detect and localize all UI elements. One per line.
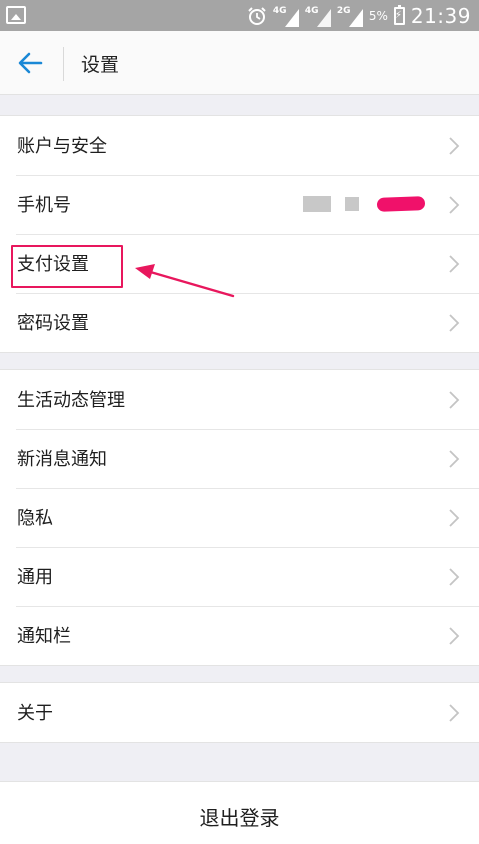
status-bar: 4G 4G 2G 5% 21:39 bbox=[0, 0, 479, 31]
signal-icon: 4G bbox=[273, 5, 299, 27]
status-indicators: 4G 4G 2G 5% 21:39 bbox=[247, 0, 471, 31]
settings-item-new-message-notify[interactable]: 新消息通知 bbox=[0, 429, 479, 488]
settings-group-account: 账户与安全 手机号 支付设置 密码设置 bbox=[0, 115, 479, 353]
chevron-right-icon bbox=[449, 627, 460, 645]
settings-group-general: 生活动态管理 新消息通知 隐私 通用 通知栏 bbox=[0, 369, 479, 666]
settings-group-about: 关于 bbox=[0, 682, 479, 743]
settings-item-password[interactable]: 密码设置 bbox=[0, 293, 479, 352]
settings-item-phone[interactable]: 手机号 bbox=[0, 175, 479, 234]
settings-item-privacy[interactable]: 隐私 bbox=[0, 488, 479, 547]
chevron-right-icon bbox=[449, 704, 460, 722]
chevron-right-icon bbox=[449, 568, 460, 586]
redaction-scribble bbox=[376, 196, 426, 212]
signal-icon: 2G bbox=[337, 5, 363, 27]
gallery-notification-icon bbox=[6, 6, 26, 24]
settings-item-about[interactable]: 关于 bbox=[0, 683, 479, 742]
alarm-icon bbox=[248, 6, 266, 25]
page-title: 设置 bbox=[81, 54, 120, 76]
battery-charging-icon bbox=[393, 4, 405, 25]
settings-item-label: 关于 bbox=[17, 703, 53, 724]
chevron-right-icon bbox=[449, 137, 460, 155]
chevron-right-icon bbox=[449, 196, 460, 214]
back-arrow-icon bbox=[18, 52, 43, 74]
logout-label: 退出登录 bbox=[199, 806, 280, 830]
logout-button[interactable]: 退出登录 bbox=[0, 781, 479, 844]
settings-item-label: 通用 bbox=[17, 567, 53, 588]
chevron-right-icon bbox=[449, 314, 460, 332]
settings-item-label: 隐私 bbox=[17, 508, 53, 529]
chevron-right-icon bbox=[449, 255, 460, 273]
settings-item-life-updates[interactable]: 生活动态管理 bbox=[0, 370, 479, 429]
chevron-right-icon bbox=[449, 450, 460, 468]
settings-item-account-security[interactable]: 账户与安全 bbox=[0, 116, 479, 175]
settings-item-label: 账户与安全 bbox=[17, 136, 107, 157]
status-time: 21:39 bbox=[410, 3, 471, 28]
settings-item-label: 手机号 bbox=[17, 195, 71, 216]
back-button[interactable] bbox=[12, 47, 48, 79]
battery-percent: 5% bbox=[368, 8, 388, 23]
header: 设置 bbox=[0, 31, 479, 95]
settings-item-label: 新消息通知 bbox=[17, 449, 107, 470]
settings-item-label: 密码设置 bbox=[17, 313, 89, 334]
redacted-phone-number bbox=[303, 193, 426, 215]
chevron-right-icon bbox=[449, 509, 460, 527]
settings-item-label: 通知栏 bbox=[17, 626, 71, 647]
header-divider bbox=[63, 47, 64, 81]
settings-item-label: 生活动态管理 bbox=[17, 390, 125, 411]
signal-icon: 4G bbox=[305, 5, 331, 27]
settings-item-general[interactable]: 通用 bbox=[0, 547, 479, 606]
chevron-right-icon bbox=[449, 391, 460, 409]
annotation-highlight-box bbox=[11, 245, 123, 288]
annotation-arrow bbox=[135, 264, 235, 298]
settings-item-notification-bar[interactable]: 通知栏 bbox=[0, 606, 479, 665]
